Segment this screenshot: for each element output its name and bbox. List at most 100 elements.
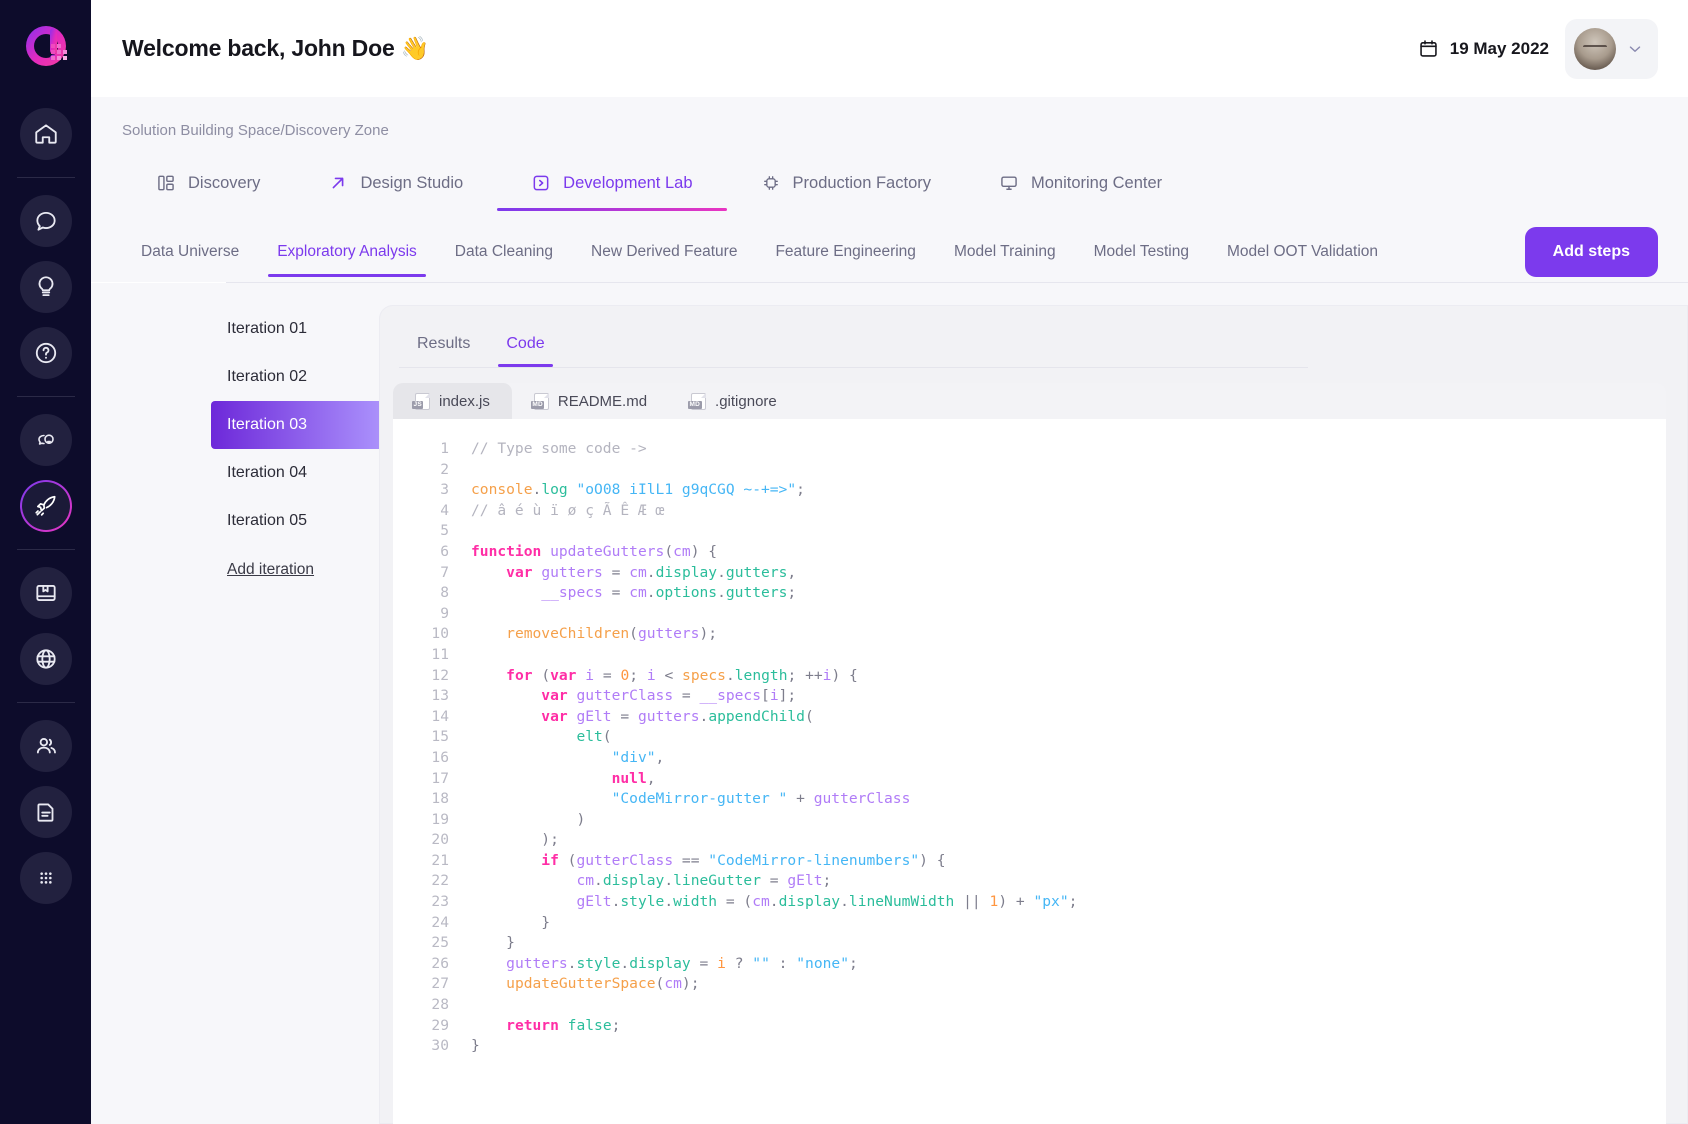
question-circle-icon xyxy=(35,342,56,364)
brain-idea-icon xyxy=(37,434,54,445)
left-sidebar xyxy=(0,0,91,1124)
book-icon xyxy=(35,585,56,601)
date-display[interactable]: 19 May 2022 xyxy=(1418,38,1549,59)
subtab-feature-engineering[interactable]: Feature Engineering xyxy=(756,233,934,277)
iteration-label: Iteration 03 xyxy=(227,416,308,433)
sidebar-divider-4 xyxy=(16,702,75,703)
breadcrumb-bar: Solution Building Space/Discovery Zone xyxy=(91,97,1688,139)
sidebar-nav-group-4 xyxy=(0,560,91,692)
people-icon xyxy=(36,738,56,754)
file-tab-gitignore[interactable]: MD .gitignore xyxy=(669,383,799,419)
date-text: 19 May 2022 xyxy=(1449,38,1549,58)
sidebar-item-apps[interactable] xyxy=(19,852,72,904)
file-tab-bar: JS index.js MD README.md MD .gitignore xyxy=(393,383,1666,419)
file-tab-label: index.js xyxy=(439,392,490,410)
subtab-label: Data Cleaning xyxy=(454,242,554,260)
tab-production-factory[interactable]: Production Factory xyxy=(727,161,965,211)
subtab-data-universe[interactable]: Data Universe xyxy=(122,233,258,277)
app-root: Welcome back, John Doe 👋 19 May 2022 Sol… xyxy=(0,0,1688,1124)
source-code[interactable]: 1// Type some code -> 2 3 console.log "oO… xyxy=(393,439,1666,1057)
subtab-label: Model Testing xyxy=(1093,242,1189,260)
chevron-down-icon[interactable] xyxy=(1626,40,1644,58)
sidebar-item-help[interactable] xyxy=(19,327,72,379)
primary-tab-bar: Discovery Design Studio Development Lab … xyxy=(91,139,1688,211)
sidebar-divider-1 xyxy=(16,177,75,178)
sidebar-item-library[interactable] xyxy=(19,567,72,619)
monitor-icon xyxy=(1001,176,1017,190)
results-code-panel: Results Code JS index.js MD README.md MD… xyxy=(379,305,1688,1124)
sidebar-nav-group-3 xyxy=(0,407,91,539)
file-tab-label: README.md xyxy=(557,392,648,410)
js-file-icon: JS xyxy=(412,392,430,410)
subtab-model-oot-validation[interactable]: Model OOT Validation xyxy=(1208,233,1397,277)
tab-discovery[interactable]: Discovery xyxy=(122,161,294,211)
sidebar-item-documents[interactable] xyxy=(19,786,72,838)
user-menu[interactable] xyxy=(1565,18,1658,79)
secondary-tab-bar: Data Universe Exploratory Analysis Data … xyxy=(91,211,1688,282)
tab-design-studio[interactable]: Design Studio xyxy=(294,161,497,211)
code-viewport[interactable]: 1// Type some code -> 2 3 console.log "oO… xyxy=(393,419,1666,1124)
add-iteration-link[interactable]: Add iteration xyxy=(227,561,314,579)
sidebar-item-chat[interactable] xyxy=(19,195,72,247)
tab-development-lab[interactable]: Development Lab xyxy=(497,161,727,211)
secondary-tabs: Data Universe Exploratory Analysis Data … xyxy=(122,233,1397,277)
subtab-exploratory-analysis[interactable]: Exploratory Analysis xyxy=(258,233,436,277)
sidebar-item-home[interactable] xyxy=(19,108,72,160)
panel-tab-label: Code xyxy=(506,335,545,352)
subtab-label: Feature Engineering xyxy=(775,242,916,260)
subtab-label: Model OOT Validation xyxy=(1226,242,1379,260)
subtab-model-training[interactable]: Model Training xyxy=(935,233,1075,277)
calendar-icon xyxy=(1420,40,1437,57)
subtab-model-testing[interactable]: Model Testing xyxy=(1075,233,1208,277)
subtab-label: Model Training xyxy=(953,242,1056,260)
iteration-label: Iteration 05 xyxy=(227,512,308,529)
arrow-up-right-icon xyxy=(333,177,344,189)
code-play-icon xyxy=(533,175,549,191)
brand-logo[interactable] xyxy=(20,22,72,79)
iteration-label: Iteration 01 xyxy=(227,320,308,337)
tab-monitoring-center[interactable]: Monitoring Center xyxy=(965,161,1196,211)
file-tab-readme-md[interactable]: MD README.md xyxy=(512,383,669,419)
sidebar-divider-3 xyxy=(16,549,75,550)
panel-tab-bar: Results Code xyxy=(379,305,1688,367)
file-tab-index-js[interactable]: JS index.js xyxy=(393,383,512,419)
subtab-label: New Derived Feature xyxy=(591,242,738,260)
home-icon xyxy=(34,124,57,144)
avatar xyxy=(1574,27,1616,70)
sidebar-item-launch[interactable] xyxy=(20,480,72,532)
panel-tab-label: Results xyxy=(417,335,471,352)
file-tab-label: .gitignore xyxy=(715,392,777,410)
tab-monitoring-center-label: Monitoring Center xyxy=(1031,173,1163,192)
tab-discovery-label: Discovery xyxy=(188,173,261,192)
subtab-data-cleaning[interactable]: Data Cleaning xyxy=(436,233,572,277)
speech-bubble-icon xyxy=(35,211,56,231)
content-area: Iteration 01 Iteration 02 Iteration 03 I… xyxy=(91,283,1688,1124)
iteration-label: Iteration 02 xyxy=(227,368,308,385)
brand-logo-icon xyxy=(25,26,67,66)
sidebar-item-ideas[interactable] xyxy=(19,261,72,313)
globe-icon xyxy=(35,649,56,669)
tab-design-studio-label: Design Studio xyxy=(360,173,464,192)
header-right: 19 May 2022 xyxy=(1418,18,1658,79)
panel-divider xyxy=(399,367,1308,368)
tab-production-factory-label: Production Factory xyxy=(792,173,931,192)
add-steps-button[interactable]: Add steps xyxy=(1524,227,1658,277)
iteration-list: Iteration 01 Iteration 02 Iteration 03 I… xyxy=(91,305,469,1124)
sidebar-item-insights[interactable] xyxy=(19,414,72,466)
tab-development-lab-label: Development Lab xyxy=(563,173,693,192)
sidebar-nav-group-5 xyxy=(0,713,91,911)
sidebar-item-teams[interactable] xyxy=(19,720,72,772)
document-icon xyxy=(36,803,53,822)
subtab-label: Data Universe xyxy=(141,242,240,260)
sidebar-divider-2 xyxy=(16,396,75,397)
subtab-new-derived-feature[interactable]: New Derived Feature xyxy=(572,233,756,277)
sidebar-item-global[interactable] xyxy=(19,633,72,685)
grid-dots-icon xyxy=(39,872,52,884)
main-area: Welcome back, John Doe 👋 19 May 2022 Sol… xyxy=(91,0,1688,1124)
chip-icon xyxy=(763,176,778,190)
code-editor: JS index.js MD README.md MD .gitignore 1… xyxy=(393,383,1666,1124)
md-file-icon: MD xyxy=(530,392,549,410)
panel-tab-code[interactable]: Code xyxy=(488,327,562,367)
rocket-icon xyxy=(34,495,56,516)
panel-tab-results[interactable]: Results xyxy=(399,327,488,367)
